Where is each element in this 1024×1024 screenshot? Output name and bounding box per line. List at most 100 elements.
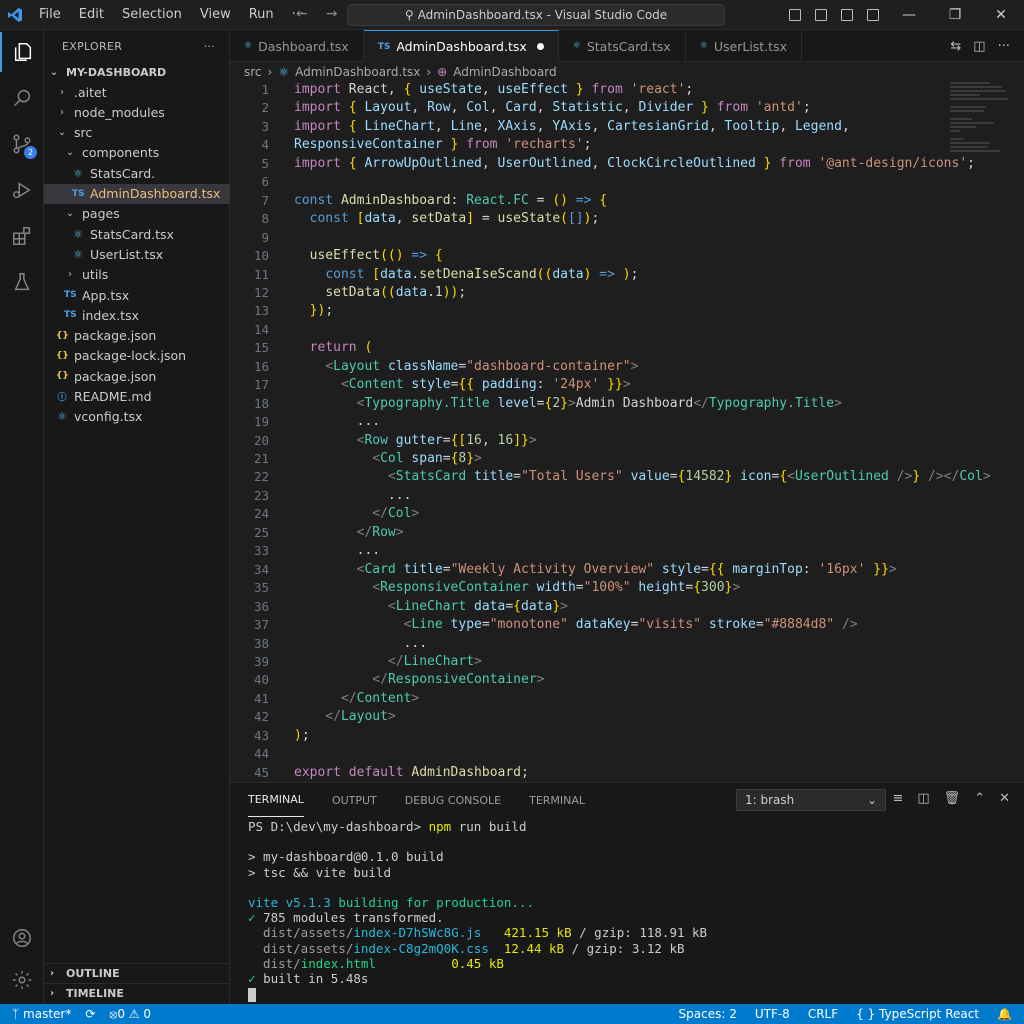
account-icon[interactable] xyxy=(0,918,44,958)
more-actions-icon[interactable]: ··· xyxy=(998,39,1010,54)
split-terminal-icon[interactable]: ◫ xyxy=(917,791,929,806)
split-editor-icon[interactable]: ◫ xyxy=(973,39,985,54)
close-panel-icon[interactable]: ✕ xyxy=(999,791,1010,806)
chevron-right-icon: › xyxy=(50,968,55,979)
toggle-primary-sidebar-icon[interactable] xyxy=(789,9,801,21)
tree-item[interactable]: › node_modules xyxy=(44,102,230,122)
breadcrumb-file[interactable]: AdminDashboard.tsx xyxy=(295,65,420,79)
tree-item[interactable]: ⌄ src xyxy=(44,123,230,143)
breadcrumb-folder[interactable]: src xyxy=(244,65,262,79)
timeline-section[interactable]: › TIMELINE xyxy=(44,983,230,1003)
line-number: 39 xyxy=(253,653,269,669)
code-token: from xyxy=(716,100,756,116)
trash-icon[interactable]: 🗑 xyxy=(944,791,961,806)
tree-item[interactable]: TS index.tsx xyxy=(44,305,230,325)
code-text: <Row gutter={[16, 16]}> xyxy=(294,433,537,448)
code-text: </Layout> xyxy=(294,709,396,725)
react-file-icon: ⚛ xyxy=(73,166,83,180)
menu-item[interactable]: Selection xyxy=(113,7,191,22)
tree-item[interactable]: {} package.json xyxy=(44,326,230,346)
explorer-title: EXPLORER xyxy=(62,39,123,53)
menu-item[interactable]: View xyxy=(191,7,240,22)
back-arrow-icon[interactable]: ← xyxy=(296,6,308,22)
encoding-status[interactable]: UTF-8 xyxy=(755,1007,790,1021)
maximize-panel-icon[interactable]: ⌃ xyxy=(974,791,985,806)
language-mode-status[interactable]: { } TypeScript React xyxy=(856,1007,979,1021)
code-token: return xyxy=(309,340,365,356)
tree-item[interactable]: ⚛ UserList.tsx xyxy=(44,244,230,264)
testing-flask-icon[interactable] xyxy=(0,262,44,302)
code-token: style xyxy=(661,561,702,577)
terminal-select[interactable]: 1: brash ⌄ xyxy=(736,789,886,811)
code-token: AdminDashboard xyxy=(340,192,451,208)
code-text: </Content> xyxy=(294,691,419,706)
more-actions-icon[interactable]: ··· xyxy=(204,40,215,53)
editor-tab[interactable]: TS AdminDashboard.tsx xyxy=(363,30,559,62)
toggle-secondary-sidebar-icon[interactable] xyxy=(841,9,853,21)
extensions-icon[interactable] xyxy=(0,216,44,256)
line-number: 22 xyxy=(253,469,269,485)
branch-status[interactable]: ᛉ master* xyxy=(12,1007,71,1022)
outline-section[interactable]: › OUTLINE xyxy=(44,963,230,983)
editor-tab[interactable]: ⚛ StatsCard.tsx xyxy=(559,30,686,62)
editor-tab[interactable]: ⚛ UserList.tsx xyxy=(686,30,802,62)
explorer-root-folder[interactable]: ⌄ MY-DASHBOARD xyxy=(44,62,230,82)
source-control-icon[interactable]: 2 xyxy=(0,124,44,164)
tree-item[interactable]: ⌄ components xyxy=(44,143,230,163)
terminal-output[interactable]: PS D:\dev\my-dashboard> npm run build > … xyxy=(248,819,707,1002)
tree-item[interactable]: ⌄ pages xyxy=(44,204,230,224)
code-token: , xyxy=(779,118,795,134)
forward-arrow-icon[interactable]: → xyxy=(326,6,338,22)
clear-terminal-icon[interactable]: ≡ xyxy=(892,791,903,806)
command-center-search[interactable]: ⚲ AdminDashboard.tsx - Visual Studio Cod… xyxy=(347,4,725,26)
manage-gear-icon[interactable] xyxy=(0,960,44,1000)
line-number: 19 xyxy=(253,414,269,430)
code-editor[interactable]: 1 import React, { useState, useEffect } f… xyxy=(230,82,1024,782)
editor-tab[interactable]: ⚛ Dashboard.tsx xyxy=(230,30,364,62)
menu-item[interactable]: File xyxy=(30,7,70,22)
tree-item[interactable]: {} package-lock.json xyxy=(44,346,230,366)
code-token: React, xyxy=(348,82,404,97)
code-token: > xyxy=(387,709,396,725)
close-button[interactable]: ✕ xyxy=(978,7,1024,23)
code-token: LineChart xyxy=(395,598,475,614)
breadcrumb-symbol[interactable]: AdminDashboard xyxy=(453,65,556,79)
tree-item[interactable]: ⓘ README.md xyxy=(44,387,230,407)
navigation-arrows: ← → xyxy=(296,6,337,22)
indentation-status[interactable]: Spaces: 2 xyxy=(679,1007,737,1021)
toggle-panel-icon[interactable] xyxy=(815,9,827,21)
tree-item[interactable]: TS App.tsx xyxy=(44,285,230,305)
panel-tab[interactable]: DEBUG CONSOLE xyxy=(405,783,501,817)
tree-item[interactable]: ⚛ StatsCard.tsx xyxy=(44,224,230,244)
menu-item[interactable]: Run xyxy=(240,7,283,22)
sync-icon[interactable]: ⟳ xyxy=(85,1007,95,1022)
tree-item[interactable]: › utils xyxy=(44,265,230,285)
explorer-icon[interactable] xyxy=(0,32,44,72)
minimize-button[interactable]: — xyxy=(886,7,932,23)
panel-tab[interactable]: OUTPUT xyxy=(332,783,377,817)
panel-tab[interactable]: TERMINAL xyxy=(529,783,585,817)
tree-item[interactable]: ⚛ vconfig.tsx xyxy=(44,407,230,427)
code-token: import xyxy=(294,82,349,97)
terminal-token: ✓ xyxy=(248,970,264,986)
search-icon[interactable] xyxy=(0,78,44,118)
notifications-bell-icon[interactable]: 🔔 xyxy=(997,1007,1012,1021)
code-text: </Col> xyxy=(294,506,419,521)
compare-changes-icon[interactable]: ⇆ xyxy=(950,39,961,54)
run-debug-icon[interactable] xyxy=(0,170,44,210)
tree-item[interactable]: {} package.json xyxy=(44,366,230,386)
panel-tab[interactable]: TERMINAL xyxy=(248,783,304,817)
tree-item[interactable]: › .aitet xyxy=(44,82,230,102)
problems-status[interactable]: ⦻0 ⚠ 0 xyxy=(109,1007,151,1022)
eol-status[interactable]: CRLF xyxy=(808,1007,838,1021)
chevron-right-icon: › xyxy=(68,269,72,281)
chevron-down-icon: ⌄ xyxy=(65,208,75,220)
tree-item[interactable]: ⚛ StatsCard. xyxy=(44,163,230,183)
tree-item[interactable]: TS AdminDashboard.tsx xyxy=(44,183,230,204)
maximize-button[interactable]: ❐ xyxy=(932,7,978,23)
tree-item-label: AdminDashboard.tsx xyxy=(90,186,221,201)
menu-item[interactable]: Edit xyxy=(70,7,113,22)
customize-layout-icon[interactable] xyxy=(867,9,879,21)
